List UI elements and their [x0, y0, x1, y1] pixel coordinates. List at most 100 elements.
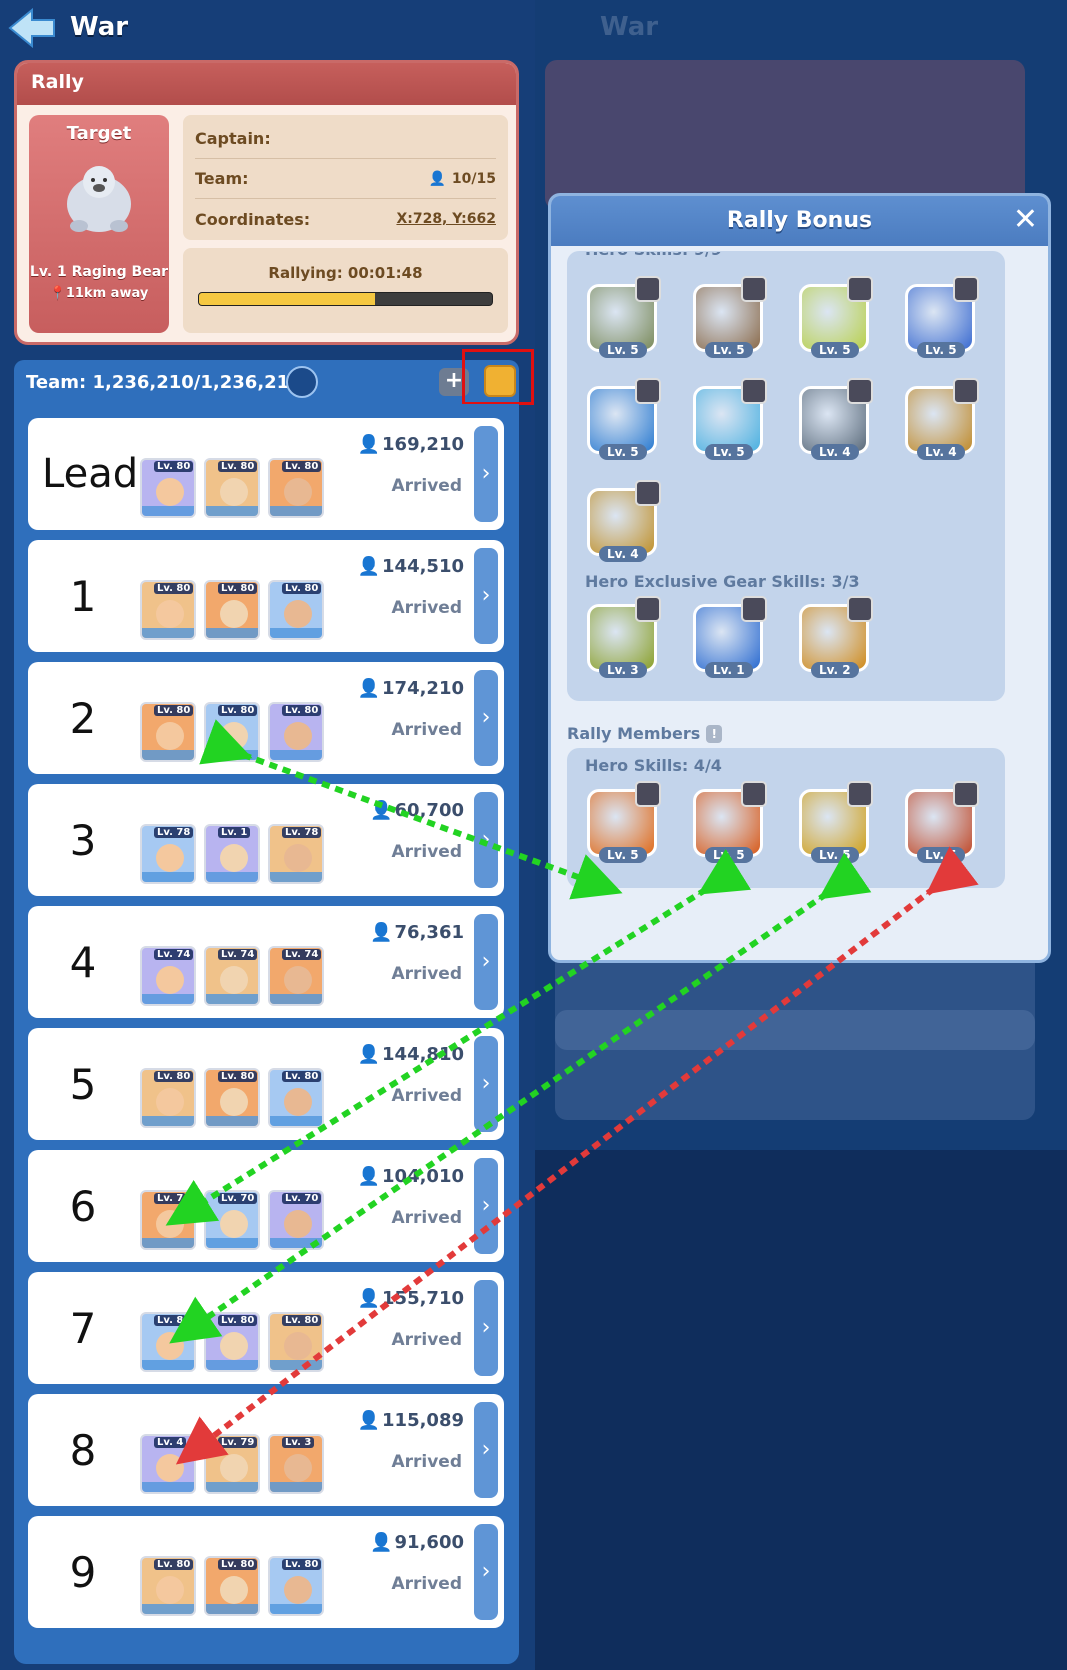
- person-icon: 👤: [357, 556, 381, 577]
- hero-face-icon: [284, 478, 312, 506]
- hero-portrait[interactable]: Lv. 80: [268, 1068, 324, 1128]
- hero-portrait[interactable]: Lv. 1: [204, 824, 260, 884]
- hero-portrait[interactable]: Lv. 80: [140, 702, 196, 762]
- hero-level: Lv. 80: [218, 1071, 258, 1082]
- status-text: Arrived: [391, 1330, 462, 1350]
- hero-portrait[interactable]: Lv. 80: [268, 702, 324, 762]
- hero-portrait[interactable]: Lv. 80: [204, 1068, 260, 1128]
- chevron-right-icon[interactable]: ›: [474, 1158, 498, 1254]
- status-text: Arrived: [391, 1452, 462, 1472]
- member-row[interactable]: 6 Lv. 7 Lv. 70 Lv. 70 👤 104,010 Arrived …: [28, 1150, 504, 1262]
- hero-level: Lv. 80: [154, 705, 194, 716]
- hero-portrait[interactable]: Lv. 74: [140, 946, 196, 1006]
- hero-portrait[interactable]: Lv. 70: [204, 1190, 260, 1250]
- captain-row: Captain:: [195, 119, 496, 159]
- skill-icon[interactable]: Lv. 5: [689, 378, 767, 460]
- hero-lineup: Lv. 74 Lv. 74 Lv. 74: [140, 946, 324, 1006]
- team-row: Team: 👤 10/15: [195, 159, 496, 199]
- hero-lineup: Lv. 80 Lv. 80 Lv. 80: [140, 458, 324, 518]
- member-row[interactable]: 3 Lv. 78 Lv. 1 Lv. 78 👤 60,700 Arrived ›: [28, 784, 504, 896]
- skill-icon[interactable]: Lv. 5: [583, 276, 661, 358]
- hero-portrait[interactable]: Lv. 80: [204, 458, 260, 518]
- rally-info: Captain: Team: 👤 10/15 Coordinates: X:728…: [183, 115, 508, 240]
- hero-portrait[interactable]: Lv. 80: [140, 1556, 196, 1616]
- close-icon[interactable]: ✕: [1013, 202, 1038, 237]
- skill-icon[interactable]: Lv. 5: [795, 276, 873, 358]
- hero-portrait[interactable]: Lv. 80: [204, 1556, 260, 1616]
- chevron-right-icon[interactable]: ›: [474, 1036, 498, 1132]
- hero-level: Lv. 7: [154, 1193, 187, 1204]
- member-row[interactable]: 9 Lv. 80 Lv. 80 Lv. 80 👤 91,600 Arrived …: [28, 1516, 504, 1628]
- hero-portrait[interactable]: Lv. 4: [140, 1434, 196, 1494]
- member-row[interactable]: 8 Lv. 4 Lv. 79 Lv. 3 👤 115,089 Arrived ›: [28, 1394, 504, 1506]
- power-value: 👤 76,361: [370, 922, 464, 943]
- hero-portrait[interactable]: Lv. 80: [140, 458, 196, 518]
- hero-face-icon: [284, 1454, 312, 1482]
- skill-icon[interactable]: Lv. 5: [901, 276, 979, 358]
- skill-icon[interactable]: Lv. 5: [583, 378, 661, 460]
- hero-face-icon: [156, 478, 184, 506]
- skill-icon[interactable]: Lv. 5: [583, 781, 661, 863]
- person-icon: 👤: [357, 1410, 381, 1431]
- hero-portrait[interactable]: Lv. 80: [204, 580, 260, 640]
- hero-portrait[interactable]: Lv. 74: [268, 946, 324, 1006]
- target-box[interactable]: Target Lv. 1 Raging Bear 📍11km away: [29, 115, 169, 333]
- skill-icon[interactable]: Lv. 2: [795, 596, 873, 678]
- hero-portrait[interactable]: Lv. 78: [140, 824, 196, 884]
- chevron-right-icon[interactable]: ›: [474, 1524, 498, 1620]
- info-icon[interactable]: !: [706, 724, 723, 743]
- hero-portrait[interactable]: Lv. 79: [204, 1434, 260, 1494]
- skill-badge-icon: [847, 596, 873, 622]
- hero-portrait[interactable]: Lv. 80: [204, 702, 260, 762]
- skill-level: Lv. 5: [705, 847, 753, 863]
- skill-icon[interactable]: Lv. 5: [689, 276, 767, 358]
- skill-icon[interactable]: Lv. 4: [901, 378, 979, 460]
- hero-portrait[interactable]: Lv. 80: [268, 458, 324, 518]
- skill-icon[interactable]: Lv. 4: [583, 480, 661, 562]
- team-search-icon[interactable]: [286, 366, 318, 398]
- coordinates-link[interactable]: X:728, Y:662: [396, 211, 496, 227]
- hero-portrait[interactable]: Lv. 7: [140, 1190, 196, 1250]
- chevron-right-icon[interactable]: ›: [474, 426, 498, 522]
- highlight-box: [462, 349, 534, 405]
- chevron-right-icon[interactable]: ›: [474, 1402, 498, 1498]
- member-row[interactable]: 1 Lv. 80 Lv. 80 Lv. 80 👤 144,510 Arrived…: [28, 540, 504, 652]
- chevron-right-icon[interactable]: ›: [474, 670, 498, 766]
- chevron-right-icon[interactable]: ›: [474, 914, 498, 1010]
- hero-level: Lv. 80: [218, 1315, 258, 1326]
- hero-level: Lv. 80: [218, 705, 258, 716]
- hero-portrait[interactable]: Lv. 80: [268, 580, 324, 640]
- row-label: 2: [69, 693, 97, 743]
- hero-portrait[interactable]: Lv. 70: [268, 1190, 324, 1250]
- hero-portrait[interactable]: Lv. 78: [268, 824, 324, 884]
- target-title: Target: [66, 123, 132, 144]
- hero-portrait[interactable]: Lv. 80: [268, 1312, 324, 1372]
- skill-badge-icon: [741, 276, 767, 302]
- hero-portrait[interactable]: Lv. 80: [140, 1068, 196, 1128]
- hero-portrait[interactable]: Lv. 80: [140, 580, 196, 640]
- hero-stars: [270, 1238, 322, 1248]
- member-row[interactable]: 5 Lv. 80 Lv. 80 Lv. 80 👤 144,810 Arrived…: [28, 1028, 504, 1140]
- skill-icon[interactable]: Lv. 5: [689, 781, 767, 863]
- skill-icon[interactable]: Lv. 1: [689, 596, 767, 678]
- skill-icon[interactable]: Lv. 5: [795, 781, 873, 863]
- member-row[interactable]: 2 Lv. 80 Lv. 80 Lv. 80 👤 174,210 Arrived…: [28, 662, 504, 774]
- hero-portrait[interactable]: Lv. 80: [204, 1312, 260, 1372]
- member-row[interactable]: 7 Lv. 8 Lv. 80 Lv. 80 👤 155,710 Arrived …: [28, 1272, 504, 1384]
- chevron-right-icon[interactable]: ›: [474, 792, 498, 888]
- hero-level: Lv. 80: [154, 1559, 194, 1570]
- hero-portrait[interactable]: Lv. 74: [204, 946, 260, 1006]
- back-arrow-icon[interactable]: [8, 8, 58, 48]
- hero-portrait[interactable]: Lv. 8: [140, 1312, 196, 1372]
- hero-portrait[interactable]: Lv. 80: [268, 1556, 324, 1616]
- member-row[interactable]: 4 Lv. 74 Lv. 74 Lv. 74 👤 76,361 Arrived …: [28, 906, 504, 1018]
- skill-icon[interactable]: Lv. 4: [795, 378, 873, 460]
- hero-portrait[interactable]: Lv. 3: [268, 1434, 324, 1494]
- chevron-right-icon[interactable]: ›: [474, 548, 498, 644]
- member-row[interactable]: Lead Lv. 80 Lv. 80 Lv. 80 👤 169,210 Arri…: [28, 418, 504, 530]
- power-value: 👤 91,600: [370, 1532, 464, 1553]
- chevron-right-icon[interactable]: ›: [474, 1280, 498, 1376]
- hero-level: Lv. 80: [282, 461, 322, 472]
- skill-icon[interactable]: Lv. 3: [583, 596, 661, 678]
- skill-icon[interactable]: Lv. 5: [901, 781, 979, 863]
